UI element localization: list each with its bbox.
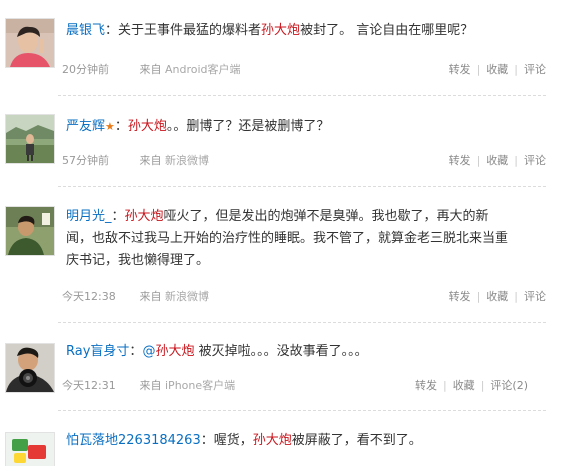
source-link[interactable]: 新浪微博 <box>165 290 209 303</box>
post-text: 晨银飞：关于王事件最猛的爆料者孙大炮被封了。 言论自由在哪里呢？ <box>66 20 550 42</box>
post-text: Ray盲身寸：@孙大炮 被灭掉啦。。。没故事看了。。。 <box>66 341 550 363</box>
comment-button[interactable]: 评论 <box>524 63 546 76</box>
text-segment: 被屏蔽了，看不到了。 <box>291 433 422 448</box>
favorite-button[interactable]: 收藏 <box>486 63 508 76</box>
post-text: 明月光_：孙大炮哑火了，但是发出的炮弹不是臭弹。我也歇了，再大的新 闻，也敌不过… <box>66 206 550 272</box>
avatar[interactable] <box>5 18 55 68</box>
comment-button[interactable]: 评论 <box>524 154 546 167</box>
text-segment: 关于王事件最猛的爆料者 <box>118 23 262 38</box>
verified-star-icon[interactable]: ★ <box>105 120 115 133</box>
divider-bar: | <box>514 154 518 167</box>
author-name[interactable]: Ray盲身寸 <box>66 344 129 359</box>
post-line: 明月光_：孙大炮哑火了，但是发出的炮弹不是臭弹。我也歇了，再大的新 <box>66 206 550 228</box>
post-actions: 转发 | 收藏 | 评论 <box>449 153 546 169</box>
divider-bar: | <box>514 63 518 76</box>
author-name[interactable]: 怕瓦落地2263184263 <box>66 433 201 448</box>
text-segment: 。。删博了？还是被删博了？ <box>166 119 330 134</box>
avatar[interactable] <box>5 432 55 466</box>
avatar[interactable] <box>5 343 55 393</box>
from-label: 来自 <box>139 63 162 76</box>
colon: ： <box>114 119 128 134</box>
favorite-button[interactable]: 收藏 <box>453 379 475 392</box>
post-text: 严友辉★：孙大炮。。删博了？还是被删博了？ <box>66 116 550 138</box>
colon: ： <box>200 433 214 448</box>
divider <box>58 410 546 411</box>
mention-at[interactable]: @ <box>142 344 155 359</box>
post-meta: 57分钟前 来自 新浪微博 转发 | 收藏 | 评论 <box>62 153 546 169</box>
avatar[interactable] <box>5 114 55 164</box>
comment-button[interactable]: 评论 <box>524 290 546 303</box>
favorite-button[interactable]: 收藏 <box>486 154 508 167</box>
post-line: 闻，也敌不过我马上开始的治疗性的睡眠。我不管了，就算金老三脱北来当重 <box>66 231 509 246</box>
repost-button[interactable]: 转发 <box>449 63 471 76</box>
divider-bar: | <box>476 63 481 76</box>
text-segment: 哑火了，但是发出的炮弹不是臭弹。我也歇了，再大的新 <box>163 209 489 224</box>
comment-button[interactable]: 评论(2) <box>490 379 528 392</box>
highlight-keyword[interactable]: 孙大炮 <box>261 23 300 38</box>
divider-bar: | <box>476 290 481 303</box>
source-link[interactable]: iPhone客户端 <box>165 379 235 392</box>
colon: ： <box>129 344 143 359</box>
divider-bar: | <box>476 154 481 167</box>
post-meta: 今天12:38 来自 新浪微博 转发 | 收藏 | 评论 <box>62 289 546 305</box>
from-label: 来自 <box>139 154 162 167</box>
repost-button[interactable]: 转发 <box>449 290 471 303</box>
divider-bar: | <box>514 290 518 303</box>
post-line: 庆书记，我也懒得理了。 <box>66 253 210 268</box>
post-actions: 转发 | 收藏 | 评论 <box>449 289 546 305</box>
text-segment: 被封了。 言论自由在哪里呢？ <box>300 23 474 38</box>
source-link[interactable]: 新浪微博 <box>165 154 209 167</box>
from-label: 来自 <box>139 379 162 392</box>
post-meta: 今天12:31 来自 iPhone客户端 转发 | 收藏 | 评论(2) <box>62 378 546 394</box>
timestamp[interactable]: 今天12:31 <box>62 378 136 394</box>
author-name[interactable]: 晨银飞 <box>66 23 105 38</box>
post-actions: 转发 | 收藏 | 评论 <box>449 62 546 78</box>
post-text: 怕瓦落地2263184263：喔货，孙大炮被屏蔽了，看不到了。 <box>66 430 550 452</box>
divider-bar: | <box>442 379 447 392</box>
text-segment: 被灭掉啦。。。没故事看了。。。 <box>194 344 368 359</box>
timestamp[interactable]: 今天12:38 <box>62 289 136 305</box>
highlight-keyword[interactable]: 孙大炮 <box>125 209 164 224</box>
divider <box>58 322 546 323</box>
post-actions: 转发 | 收藏 | 评论(2) <box>415 378 528 394</box>
highlight-keyword[interactable]: 孙大炮 <box>155 344 194 359</box>
divider <box>58 95 546 96</box>
colon: ： <box>111 209 125 224</box>
text-segment: 喔货， <box>213 433 253 448</box>
from-label: 来自 <box>139 290 162 303</box>
author-name[interactable]: 严友辉 <box>66 119 105 134</box>
repost-button[interactable]: 转发 <box>449 154 471 167</box>
timestamp[interactable]: 57分钟前 <box>62 153 136 169</box>
repost-button[interactable]: 转发 <box>415 379 437 392</box>
favorite-button[interactable]: 收藏 <box>486 290 508 303</box>
post-meta: 20分钟前 来自 Android客户端 转发 | 收藏 | 评论 <box>62 62 546 78</box>
avatar[interactable] <box>5 206 55 256</box>
timestamp[interactable]: 20分钟前 <box>62 62 136 78</box>
highlight-keyword[interactable]: 孙大炮 <box>253 433 292 448</box>
divider <box>58 186 546 187</box>
author-name[interactable]: 明月光_ <box>66 209 112 224</box>
colon: ： <box>105 23 119 38</box>
divider-bar: | <box>480 379 485 392</box>
source-link[interactable]: Android客户端 <box>165 63 241 76</box>
highlight-keyword[interactable]: 孙大炮 <box>128 119 167 134</box>
